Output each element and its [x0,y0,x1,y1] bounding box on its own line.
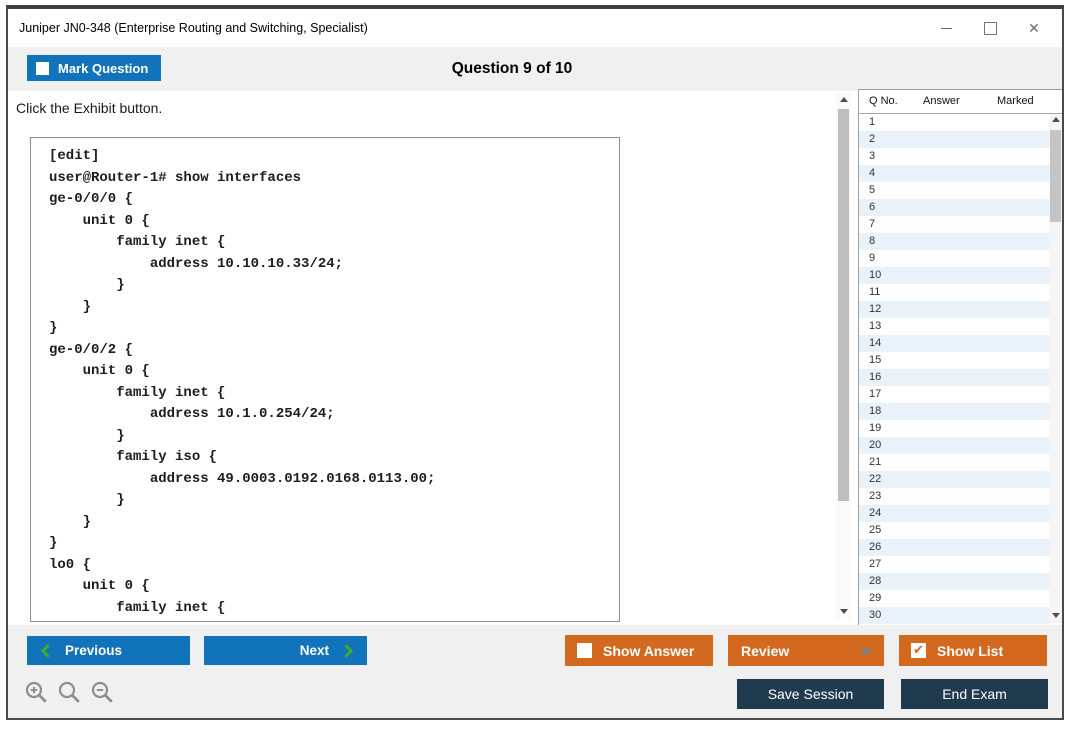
mark-question-label: Mark Question [58,61,148,76]
question-prompt: Click the Exhibit button. [16,100,162,116]
list-scroll-up-arrow-icon[interactable] [1049,117,1062,122]
exhibit-box: [edit] user@Router-1# show interfaces ge… [30,137,620,622]
list-item[interactable]: 7 [859,216,1049,233]
content-scrollbar[interactable] [836,93,851,619]
chevron-left-icon [40,643,51,659]
chevron-up-icon [860,647,872,654]
list-item[interactable]: 14 [859,335,1049,352]
list-item[interactable]: 6 [859,199,1049,216]
list-item[interactable]: 5 [859,182,1049,199]
column-header-qno: Q No. [869,95,898,107]
next-button[interactable]: Next [204,636,367,665]
previous-button[interactable]: Previous [27,636,190,665]
list-item[interactable]: 4 [859,165,1049,182]
list-scroll-down-arrow-icon[interactable] [1049,610,1062,623]
show-answer-checkbox[interactable] [577,643,592,658]
list-item[interactable]: 2 [859,131,1049,148]
list-item[interactable]: 3 [859,148,1049,165]
close-icon: ✕ [1028,20,1040,37]
column-header-marked: Marked [997,95,1034,107]
list-item[interactable]: 1 [859,114,1049,131]
checkmark-icon: ✔ [913,643,924,658]
header-strip: Question 9 of 10 Mark Question [8,47,1062,91]
review-label: Review [741,643,860,659]
question-list-panel: Q No. Answer Marked 12345678910111213141… [858,89,1062,625]
list-item[interactable]: 8 [859,233,1049,250]
footer-bar: Previous Next Show Answer Review ✔ Show … [8,625,1062,718]
list-item[interactable]: 15 [859,352,1049,369]
list-item[interactable]: 17 [859,386,1049,403]
scroll-up-arrow-icon[interactable] [836,97,851,102]
end-exam-button[interactable]: End Exam [901,679,1048,709]
list-item[interactable]: 12 [859,301,1049,318]
list-item[interactable]: 13 [859,318,1049,335]
list-scrollbar-thumb[interactable] [1050,130,1061,222]
review-dropdown-button[interactable]: Review [728,635,884,666]
list-item[interactable]: 22 [859,471,1049,488]
previous-label: Previous [65,643,122,658]
list-item[interactable]: 16 [859,369,1049,386]
list-item[interactable]: 25 [859,522,1049,539]
window-title: Juniper JN0-348 (Enterprise Routing and … [19,9,368,47]
end-exam-label: End Exam [942,686,1007,702]
list-item[interactable]: 27 [859,556,1049,573]
show-list-label: Show List [937,643,1003,659]
list-item[interactable]: 9 [859,250,1049,267]
minimize-button[interactable] [924,9,968,47]
scrollbar-thumb[interactable] [838,109,849,501]
list-item[interactable]: 20 [859,437,1049,454]
maximize-icon [984,22,997,35]
exhibit-code: [edit] user@Router-1# show interfaces ge… [31,138,619,619]
question-list-header: Q No. Answer Marked [859,90,1062,114]
title-bar: Juniper JN0-348 (Enterprise Routing and … [8,9,1062,47]
zoom-reset-icon[interactable] [57,680,81,704]
list-item[interactable]: 23 [859,488,1049,505]
list-item[interactable]: 19 [859,420,1049,437]
list-item[interactable]: 18 [859,403,1049,420]
zoom-in-icon[interactable] [24,680,48,704]
list-item[interactable]: 26 [859,539,1049,556]
list-item[interactable]: 21 [859,454,1049,471]
show-list-checkbox[interactable]: ✔ [911,643,926,658]
list-item[interactable]: 30 [859,607,1049,624]
list-item[interactable]: 28 [859,573,1049,590]
list-item[interactable]: 10 [859,267,1049,284]
question-list-scrollbar[interactable] [1049,114,1062,623]
close-button[interactable]: ✕ [1012,9,1056,47]
save-session-label: Save Session [768,686,854,702]
zoom-toolbar [24,680,114,704]
column-header-answer: Answer [923,95,960,107]
minimize-icon [941,28,952,29]
list-item[interactable]: 24 [859,505,1049,522]
list-item[interactable]: 11 [859,284,1049,301]
show-answer-label: Show Answer [603,643,694,659]
show-answer-button[interactable]: Show Answer [565,635,713,666]
zoom-out-icon[interactable] [90,680,114,704]
show-list-button[interactable]: ✔ Show List [899,635,1047,666]
maximize-button[interactable] [968,9,1012,47]
list-item[interactable]: 29 [859,590,1049,607]
app-window: Juniper JN0-348 (Enterprise Routing and … [6,5,1064,720]
mark-question-button[interactable]: Mark Question [27,55,161,81]
scroll-down-arrow-icon[interactable] [836,605,851,619]
window-controls: ✕ [924,9,1056,47]
chevron-right-icon [343,643,354,659]
next-label: Next [300,643,329,658]
mark-question-checkbox[interactable] [36,62,49,75]
save-session-button[interactable]: Save Session [737,679,884,709]
question-list-rows: 1234567891011121314151617181920212223242… [859,114,1049,625]
